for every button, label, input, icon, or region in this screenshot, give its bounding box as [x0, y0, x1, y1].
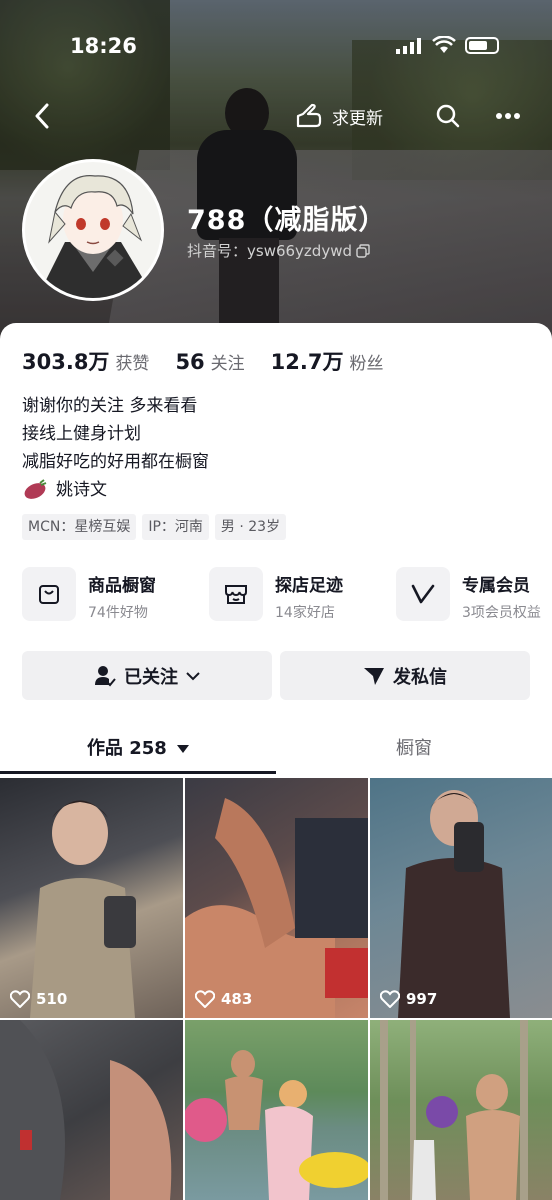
request-update-label: 求更新 — [332, 108, 383, 129]
thumbnail-image — [30, 800, 136, 1018]
chevron-left-icon — [35, 103, 49, 129]
message-button[interactable]: 发私信 — [280, 651, 530, 700]
video-likes: 483 — [195, 990, 252, 1008]
video-thumbnail[interactable] — [0, 1020, 183, 1200]
douyin-id[interactable]: 抖音号：ysw66yzdywd — [187, 240, 370, 261]
followers-label[interactable]: 粉丝 — [350, 349, 384, 374]
service-subtitle: 14家好店 — [275, 605, 335, 621]
video-thumbnail[interactable]: 510 — [0, 778, 183, 1018]
bio-line: 谢谢你的关注 多来看看 — [22, 396, 198, 416]
active-tab-indicator — [0, 771, 276, 774]
thumbnail-image — [398, 790, 510, 1018]
store-icon — [225, 585, 247, 604]
tab-works-label: 作品 258 — [86, 738, 167, 759]
service-shop-window[interactable]: 商品橱窗 74件好物 — [22, 567, 156, 622]
pointing-hand-icon — [296, 103, 322, 128]
douyin-id-text: 抖音号：ysw66yzdywd — [187, 242, 352, 260]
bio: 谢谢你的关注 多来看看 接线上健身计划 减脂好吃的好用都在橱窗 姚诗文 — [22, 392, 209, 504]
tag-ip: IP：河南 — [142, 514, 209, 540]
video-likes: 997 — [380, 990, 437, 1008]
bag-icon — [39, 585, 59, 604]
copy-icon[interactable] — [356, 243, 370, 258]
video-thumbnail[interactable] — [370, 1020, 552, 1200]
thumbnail-image — [0, 1020, 172, 1200]
caret-down-icon — [177, 745, 190, 753]
more-dots-icon — [496, 113, 520, 119]
mention-name[interactable]: 姚诗文 — [56, 476, 107, 504]
followed-button[interactable]: 已关注 — [22, 651, 272, 700]
sweet-potato-icon — [24, 479, 47, 499]
service-subtitle: 3项会员权益 — [462, 605, 541, 621]
followers-count[interactable]: 12.7万 — [271, 346, 344, 376]
bio-mention[interactable]: 姚诗文 — [22, 476, 209, 504]
send-icon — [364, 667, 384, 685]
tab-works[interactable]: 作品 258 — [0, 726, 276, 774]
wifi-icon — [432, 36, 456, 53]
video-thumbnail[interactable] — [185, 1020, 368, 1200]
bio-line: 接线上健身计划 — [22, 424, 141, 444]
tab-shop-window[interactable]: 橱窗 — [276, 726, 552, 772]
heart-icon — [10, 990, 30, 1008]
service-membership[interactable]: 专属会员 3项会员权益 — [396, 567, 541, 622]
avatar-illustration — [25, 162, 161, 298]
tag-gender-age: 男 · 23岁 — [214, 514, 287, 540]
message-label: 发私信 — [393, 666, 447, 688]
followed-label: 已关注 — [124, 666, 178, 688]
user-check-icon — [95, 665, 116, 686]
chevron-down-icon — [186, 671, 200, 680]
service-title: 商品橱窗 — [88, 576, 156, 596]
service-store-visits[interactable]: 探店足迹 14家好店 — [209, 567, 343, 622]
bio-line: 减脂好吃的好用都在橱窗 — [22, 452, 209, 472]
heart-icon — [380, 990, 400, 1008]
thumbnail-image — [380, 1020, 528, 1200]
signal-icon — [396, 38, 421, 54]
nickname: 788（减脂版） — [187, 205, 387, 236]
service-title: 探店足迹 — [275, 576, 343, 596]
vip-icon — [411, 584, 435, 604]
video-thumbnail[interactable]: 997 — [370, 778, 552, 1018]
video-likes-count: 483 — [221, 990, 253, 1008]
video-likes: 510 — [10, 990, 67, 1008]
status-time: 18:26 — [70, 34, 137, 58]
search-button[interactable] — [428, 96, 468, 136]
heart-icon — [195, 990, 215, 1008]
service-subtitle: 74件好物 — [88, 605, 148, 621]
likes-label: 获赞 — [115, 354, 150, 374]
service-title: 专属会员 — [462, 576, 530, 596]
services-row: 商品橱窗 74件好物 探店足迹 14家好店 专属会员 3项会员权益 — [22, 567, 552, 627]
battery-icon — [465, 37, 499, 54]
video-likes-count: 510 — [36, 990, 68, 1008]
video-grid: 510 483 997 — [0, 778, 552, 1200]
search-icon — [436, 104, 460, 128]
back-button[interactable] — [20, 96, 64, 136]
request-update-button[interactable]: 求更新 — [294, 96, 383, 136]
likes-count: 303.8万 — [22, 350, 110, 374]
profile-stats: 303.8万 获赞 56 关注 12.7万 粉丝 — [22, 346, 410, 376]
content-tabs: 作品 258 橱窗 — [0, 726, 552, 776]
video-likes-count: 997 — [406, 990, 438, 1008]
status-bar: 18:26 — [0, 0, 552, 88]
profile-tags: MCN：星榜互娱 IP：河南 男 · 23岁 — [22, 514, 287, 540]
video-thumbnail[interactable]: 483 — [185, 778, 368, 1018]
avatar[interactable] — [22, 159, 164, 301]
following-label[interactable]: 关注 — [211, 349, 245, 374]
more-button[interactable] — [486, 96, 530, 136]
thumbnail-image — [185, 798, 368, 1018]
following-count[interactable]: 56 — [175, 350, 204, 374]
thumbnail-image — [185, 1050, 368, 1200]
tag-mcn: MCN：星榜互娱 — [22, 514, 137, 540]
